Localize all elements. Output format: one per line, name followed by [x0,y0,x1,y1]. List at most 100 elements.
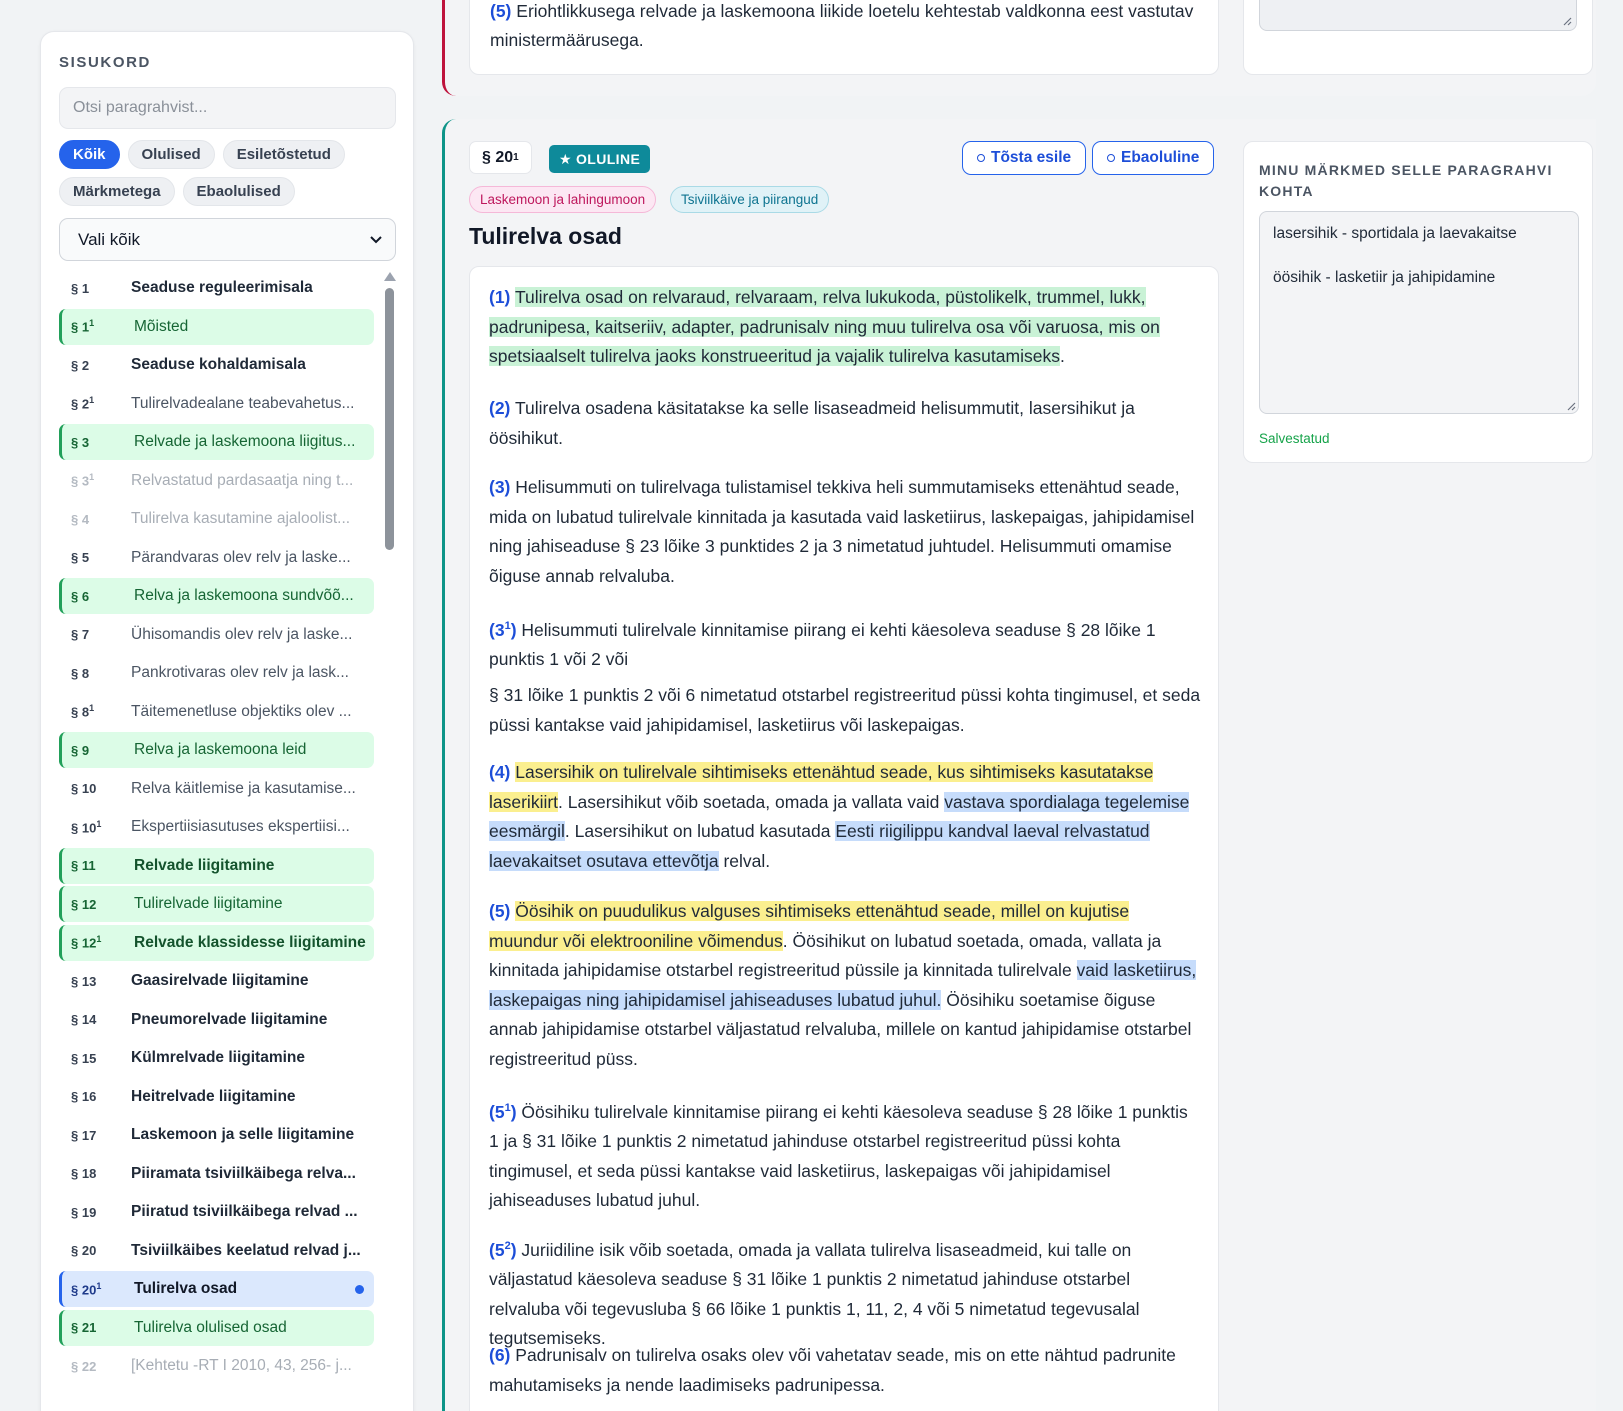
toc-item-number: § 7 [71,627,89,642]
toc-item[interactable]: § 7 Ühisomandis olev relv ja laske... [59,617,374,653]
toc-item-number-text: § 15 [71,1050,97,1066]
toc-item-number-text: § 1 [71,319,90,335]
toc-item[interactable]: § 22 [Kehtetu -RT I 2010, 43, 256- j... [59,1348,374,1384]
paragraph-2: (2) Tulirelva osadena käsitatakse ka sel… [489,394,1201,453]
toc-item[interactable]: § 6 Relva ja laskemoona sundvõõ... [59,578,374,614]
filter-chip-highlighted[interactable]: Esiletõstetud [222,140,345,169]
scroll-up-arrow-icon[interactable] [384,272,396,281]
toc-item-number: § 12 [71,897,96,912]
toc-item[interactable]: § 10 Relva käitlemise ja kasutamise... [59,771,374,807]
toc-item-label: Relvade ja laskemoona liigitus... [134,433,356,450]
paragraph-text: Juriidiline isik võib soetada, omada ja … [489,1239,1140,1349]
toc-item[interactable]: § 12 Tulirelvade liigitamine [59,886,374,922]
toc-item[interactable]: § 15 Külmrelvade liigitamine [59,1040,374,1076]
toc-item-number-sup: 1 [96,1280,102,1291]
paragraph-number-text: (5 [489,1239,505,1260]
toc-item-number-text: § 22 [71,1358,97,1374]
paragraph-text: . Lasersihikut võib soetada, omada ja va… [558,791,945,812]
toc-item-number-text: § 21 [71,1320,97,1335]
toc-item-number-text: § 4 [71,511,90,527]
paragraph-text: Padrunisalv on tulirelva osaks olev või … [489,1345,1176,1395]
filter-chip-unimportant[interactable]: Ebaolulised [182,177,295,206]
toc-item-number: § 121 [71,934,101,950]
filter-chip-important[interactable]: Olulised [127,140,215,169]
toc-item[interactable]: § 9 Relva ja laskemoona leid [59,732,374,768]
toc-item-number: § 101 [71,819,101,835]
paragraph-text: relval. [718,850,771,871]
paragraph-text: § 31 lõike 1 punktis 2 või 6 nimetatud o… [489,685,1201,735]
toc-item[interactable]: § 19 Piiratud tsiviilkäibega relvad ... [59,1194,374,1230]
circle-icon [1107,154,1115,162]
category-tag[interactable]: Tsiviilkäive ja piirangud [670,186,830,213]
toc-item-number-text: § 9 [71,742,90,758]
paragraph-text: . [1059,346,1065,366]
toc-item[interactable]: § 21 Tulirelva olulised osad [59,1309,374,1346]
unimportant-button[interactable]: Ebaoluline [1092,141,1215,175]
notes-textarea[interactable]: lasersihik - sportidala ja laevakaitse ö… [1259,211,1579,414]
toc-item[interactable]: § 2 Seaduse kohaldamisala [59,347,374,383]
toc-item-label: Pneumorelvade liigitamine [131,1010,328,1028]
toc-item[interactable]: § 11 Relvade liigitamine [59,847,374,884]
toc-item-label: Täitemenetluse objektiks olev ... [131,702,352,720]
toc-item-label: Mõisted [134,317,189,335]
paragraph-number-close: ) [510,1239,517,1260]
toc-item-number: § 22 [71,1359,96,1374]
toc-item-number-text: § 3 [71,434,90,450]
filter-chip-with-notes[interactable]: Märkmetega [59,177,175,206]
toc-item[interactable]: § 31 Relvastatud pardasaatja ning t... [59,463,374,499]
paragraph-number: (2) [489,398,511,418]
toc-item-number: § 6 [71,589,89,604]
paragraph-text: Öösihiku tulirelvale kinnitamise piirang… [489,1101,1188,1211]
toc-item[interactable]: § 201 Tulirelva osad [59,1271,374,1307]
scrollbar-thumb[interactable] [385,288,394,550]
toc-item-number-text: § 6 [71,588,90,604]
previous-notes-textarea[interactable] [1259,0,1577,31]
paragraph-number: (51) [489,1102,517,1122]
category-tag[interactable]: Laskemoon ja lahingumoon [469,186,657,213]
toc-item[interactable]: § 8 Pankrotivaras olev relv ja lask... [59,655,374,691]
paragraph-number-badge: § 20 1 [469,141,532,174]
toc-item[interactable]: § 101 Ekspertiisiasutuses ekspertiisi... [59,809,374,845]
toc-item-label: Tulirelva osad [134,1280,238,1297]
toc-item-number: § 11 [71,858,96,873]
toc-item[interactable]: § 11 Mõisted [59,308,374,345]
star-icon: ★ [559,150,572,167]
paragraph-5-2: (52) Juriidiline isik võib soetada, omad… [489,1232,1201,1354]
paragraph-text: Tulirelva osadena käsitatakse ka selle l… [489,398,1135,448]
toc-item-label: Relvastatud pardasaatja ning t... [131,471,354,489]
paragraph-search-input[interactable] [59,87,396,129]
toc-item[interactable]: § 21 Tulirelvadealane teabevahetus... [59,386,374,422]
table-of-contents-sidebar: SISUKORD Kõik Olulised Esiletõstetud Mär… [40,31,414,1411]
select-all-dropdown[interactable]: Vali kõik [59,218,396,261]
resize-handle-icon[interactable] [1566,401,1576,411]
toc-item[interactable]: § 16 Heitrelvade liigitamine [59,1079,374,1115]
toc-item-number: § 18 [71,1166,96,1181]
toc-item[interactable]: § 13 Gaasirelvade liigitamine [59,963,374,999]
toc-item[interactable]: § 5 Pärandvaras olev relv ja laske... [59,540,374,576]
toc-item-number: § 9 [71,743,89,758]
toc-scrollbar[interactable] [383,272,397,1411]
resize-handle-icon[interactable] [1562,16,1572,26]
toc-item-number-text: § 2 [71,396,90,412]
paragraph-number: (1) [489,287,511,307]
toc-item[interactable]: § 4 Tulirelva kasutamine ajaloolist... [59,501,374,537]
paragraph-number: (31) [489,620,517,640]
highlight-button[interactable]: Tõsta esile [962,141,1087,175]
toc-item[interactable]: § 121 Relvade klassidesse liigitamine [59,924,374,961]
toc-item[interactable]: § 3 Relvade ja laskemoona liigitus... [59,424,374,460]
toc-item[interactable]: § 18 Piiramata tsiviilkäibega relva... [59,1156,374,1192]
filter-chip-all[interactable]: Kõik [59,140,120,169]
toc-item-label: Relva ja laskemoona sundvõõ... [134,587,354,604]
toc-item-number-text: § 1 [71,280,90,296]
paragraph-text: Helisummuti tulirelvale kinnitamise piir… [489,619,1156,670]
toc-item[interactable]: § 17 Laskemoon ja selle liigitamine [59,1117,374,1153]
paragraph-number-text: § 20 [482,148,514,166]
toc-item[interactable]: § 81 Täitemenetluse objektiks olev ... [59,694,374,730]
toc-item-number-text: § 12 [71,935,97,951]
toc-item-number-text: § 8 [71,704,90,720]
toc-item[interactable]: § 20 Tsiviilkäibes keelatud relvad j... [59,1233,374,1269]
toc-item-label: Pankrotivaras olev relv ja lask... [131,664,349,681]
toc-item[interactable]: § 14 Pneumorelvade liigitamine [59,1002,374,1038]
toc-item-number-text: § 16 [71,1089,97,1104]
toc-item[interactable]: § 1 Seaduse reguleerimisala [59,270,374,306]
